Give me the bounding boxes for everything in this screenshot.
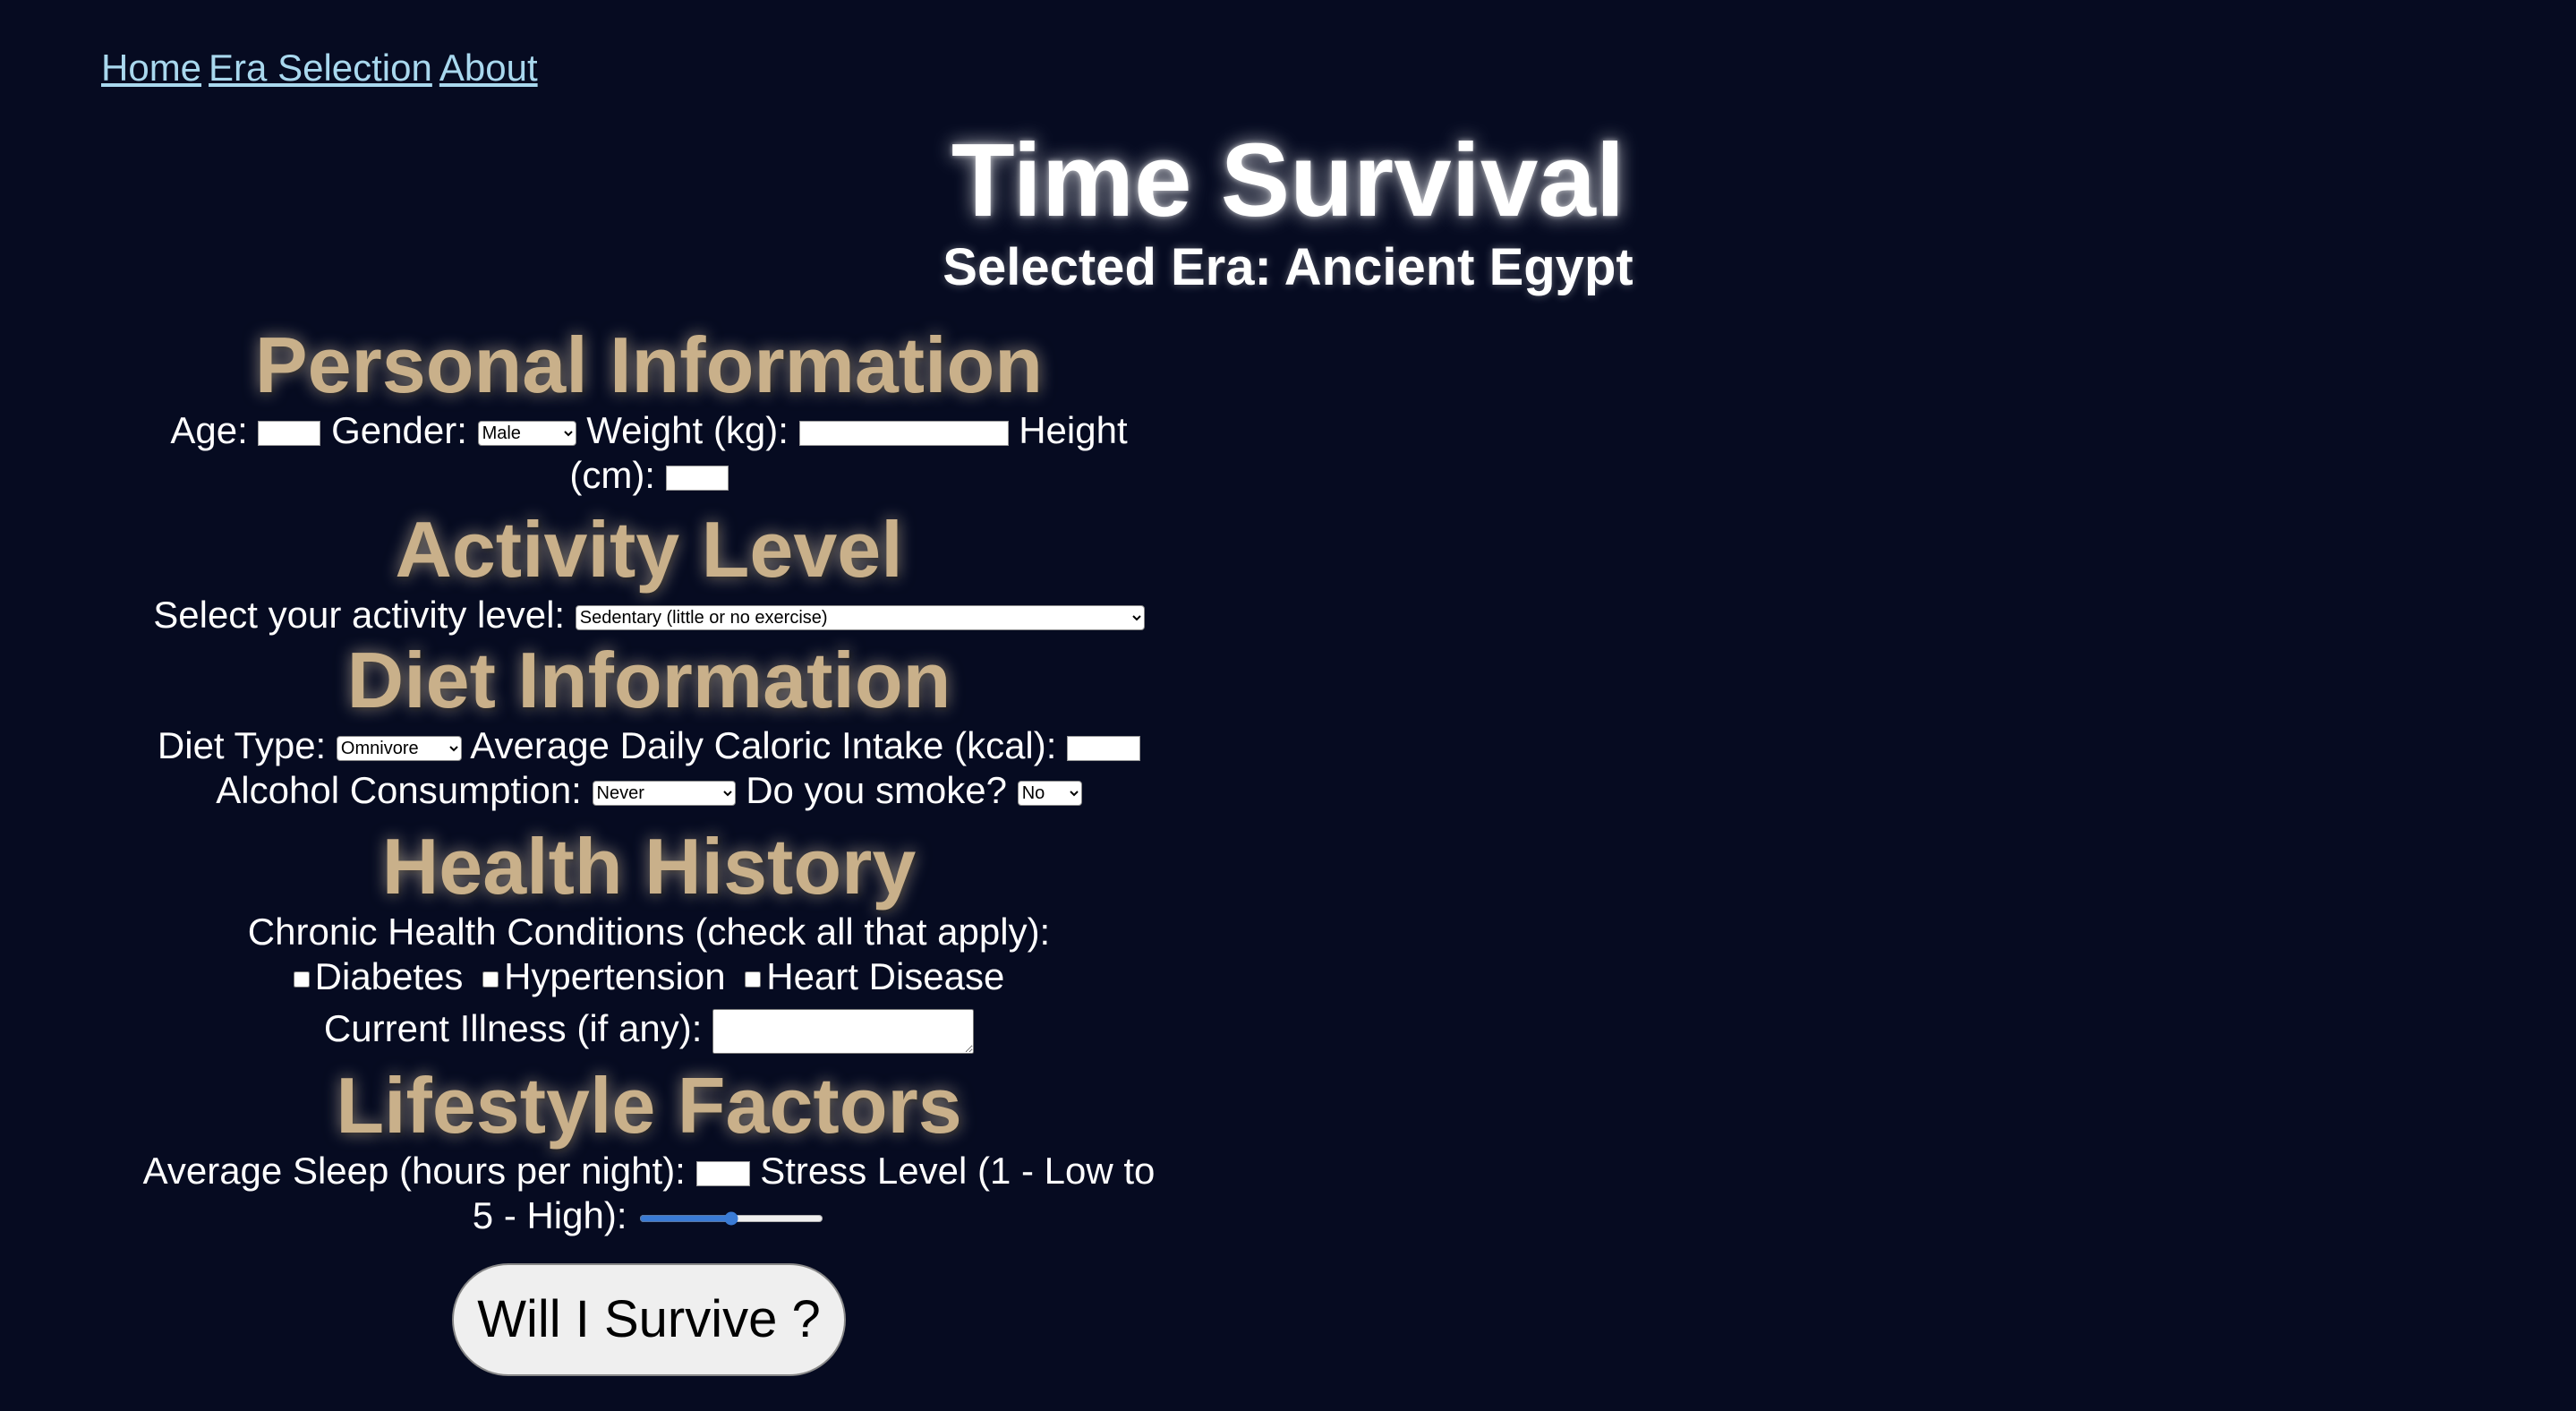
nav-link-about[interactable]: About: [439, 47, 538, 89]
activity-level-row: Select your activity level: Sedentary (l…: [116, 593, 1181, 637]
diet-type-select[interactable]: Omnivore: [336, 735, 462, 761]
stress-label: Stress Level (1 - Low to: [760, 1149, 1156, 1192]
gender-select[interactable]: Male: [477, 420, 576, 446]
heart-disease-label: Heart Disease: [766, 955, 1005, 997]
chronic-conditions-label: Chronic Health Conditions (check all tha…: [247, 911, 1051, 953]
activity-select[interactable]: Sedentary (little or no exercise): [575, 604, 1145, 630]
diet-info-row: Diet Type: Omnivore Average Daily Calori…: [116, 723, 1181, 813]
hypertension-label: Hypertension: [504, 955, 726, 997]
diet-info-heading: Diet Information: [346, 636, 951, 724]
illness-row: Current Illness (if any):: [116, 1006, 1181, 1054]
activity-level-heading: Activity Level: [395, 505, 903, 594]
lifestyle-factors-heading: Lifestyle Factors: [336, 1060, 962, 1150]
height-label: Height: [1019, 409, 1128, 451]
height-input[interactable]: [665, 465, 729, 491]
submit-row: Will I Survive ?: [116, 1262, 1181, 1376]
age-input[interactable]: [258, 420, 321, 446]
health-history-row: Chronic Health Conditions (check all tha…: [116, 910, 1181, 1054]
current-illness-textarea[interactable]: [712, 1008, 975, 1054]
page-title: Time Survival: [951, 122, 1625, 238]
sleep-label: Average Sleep (hours per night):: [142, 1149, 686, 1192]
alcohol-select[interactable]: Never: [592, 780, 736, 806]
will-i-survive-button[interactable]: Will I Survive ?: [452, 1262, 846, 1376]
nav-link-home[interactable]: Home: [101, 47, 201, 89]
stress-slider[interactable]: [639, 1210, 824, 1226]
calories-input[interactable]: [1067, 735, 1141, 761]
current-illness-label: Current Illness (if any):: [323, 1007, 703, 1049]
personal-info-heading: Personal Information: [254, 321, 1044, 409]
selected-era: Selected Era: Ancient Egypt: [943, 238, 1633, 296]
diabetes-checkbox[interactable]: [293, 971, 310, 988]
nav-link-era-selection[interactable]: Era Selection: [209, 47, 432, 89]
age-label: Age:: [170, 409, 248, 451]
stress-scale-label: 5 - High):: [472, 1193, 627, 1236]
lifestyle-factors-row: Average Sleep (hours per night): Stress …: [116, 1149, 1181, 1238]
heart-disease-checkbox[interactable]: [745, 971, 762, 988]
health-history-heading: Health History: [381, 822, 917, 911]
gender-label: Gender:: [331, 409, 467, 451]
sleep-input[interactable]: [695, 1160, 750, 1186]
weight-label: Weight (kg):: [586, 409, 789, 451]
diabetes-label: Diabetes: [314, 955, 464, 997]
calories-label: Average Daily Caloric Intake (kcal):: [470, 724, 1057, 766]
survival-form: Personal Information Age: Gender: Male W…: [116, 322, 1181, 1376]
activity-label: Select your activity level:: [153, 594, 566, 636]
hypertension-checkbox[interactable]: [482, 971, 499, 988]
weight-input[interactable]: [798, 420, 1009, 446]
top-nav: Home Era Selection About: [101, 47, 545, 90]
alcohol-label: Alcohol Consumption:: [216, 769, 582, 811]
personal-info-row: Age: Gender: Male Weight (kg): Height (c…: [116, 408, 1181, 498]
diet-type-label: Diet Type:: [157, 724, 327, 766]
height-unit-label: (cm):: [569, 454, 655, 496]
smoke-select[interactable]: No: [1017, 780, 1082, 806]
smoke-label: Do you smoke?: [746, 769, 1008, 811]
